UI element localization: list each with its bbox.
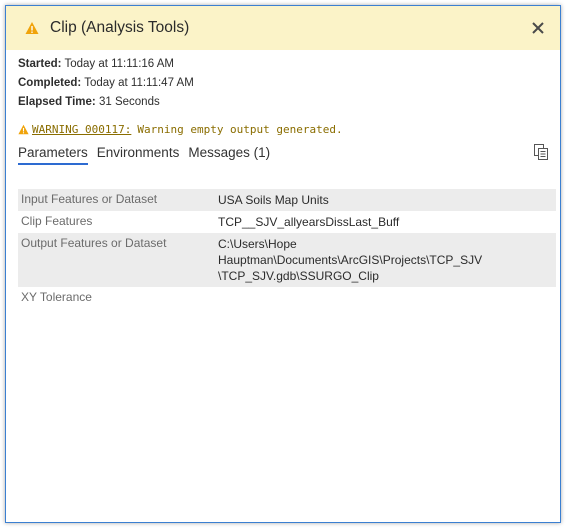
tab-bar: Parameters Environments Messages (1) bbox=[18, 145, 279, 165]
tab-environments[interactable]: Environments bbox=[97, 145, 180, 165]
warning-code-link[interactable]: WARNING 000117: bbox=[32, 123, 131, 136]
started-label: Started: bbox=[18, 58, 62, 70]
parameters-table: Input Features or Dataset USA Soils Map … bbox=[18, 189, 556, 307]
started-line: Started: Today at 11:11:16 AM bbox=[18, 58, 174, 70]
table-row: Input Features or Dataset USA Soils Map … bbox=[18, 189, 556, 211]
completed-label: Completed: bbox=[18, 77, 82, 89]
param-name: Input Features or Dataset bbox=[21, 192, 158, 206]
param-value: USA Soils Map Units bbox=[218, 193, 329, 207]
param-value bbox=[218, 290, 556, 304]
param-name: XY Tolerance bbox=[21, 290, 92, 304]
param-name: Output Features or Dataset bbox=[21, 236, 167, 250]
table-row: XY Tolerance bbox=[18, 287, 556, 307]
tab-messages[interactable]: Messages (1) bbox=[188, 145, 270, 165]
elapsed-value: 31 Seconds bbox=[98, 96, 160, 108]
param-value-line-1: C:\Users\Hope Hauptman\Documents\ArcGIS\… bbox=[218, 237, 483, 267]
warning-icon bbox=[18, 124, 29, 135]
title-bar: Clip (Analysis Tools) bbox=[6, 6, 560, 50]
copy-icon bbox=[534, 144, 548, 160]
param-value: C:\Users\Hope Hauptman\Documents\ArcGIS\… bbox=[218, 236, 556, 284]
completed-value: Today at 11:11:47 AM bbox=[84, 77, 194, 89]
param-name: Clip Features bbox=[21, 214, 93, 228]
param-value-line-2: \TCP_SJV.gdb\SSURGO_Clip bbox=[218, 269, 379, 283]
completed-line: Completed: Today at 11:11:47 AM bbox=[18, 77, 194, 89]
warning-icon bbox=[25, 22, 39, 34]
param-value: TCP__SJV_allyearsDissLast_Buff bbox=[218, 215, 400, 229]
copy-button[interactable] bbox=[532, 143, 552, 163]
dialog-title: Clip (Analysis Tools) bbox=[50, 19, 190, 36]
warning-message-row: WARNING 000117: Warning empty output gen… bbox=[18, 123, 343, 136]
close-icon bbox=[532, 22, 544, 34]
elapsed-label: Elapsed Time: bbox=[18, 96, 96, 108]
warning-text: Warning empty output generated. bbox=[137, 123, 343, 136]
tab-parameters[interactable]: Parameters bbox=[18, 145, 88, 165]
table-row: Clip Features TCP__SJV_allyearsDissLast_… bbox=[18, 211, 556, 233]
close-button[interactable] bbox=[526, 16, 550, 40]
table-row: Output Features or Dataset C:\Users\Hope… bbox=[18, 233, 556, 287]
started-value: Today at 11:11:16 AM bbox=[64, 58, 174, 70]
geoprocessing-result-popup: Clip (Analysis Tools) Started: Today at … bbox=[5, 5, 561, 523]
elapsed-line: Elapsed Time: 31 Seconds bbox=[18, 96, 160, 108]
